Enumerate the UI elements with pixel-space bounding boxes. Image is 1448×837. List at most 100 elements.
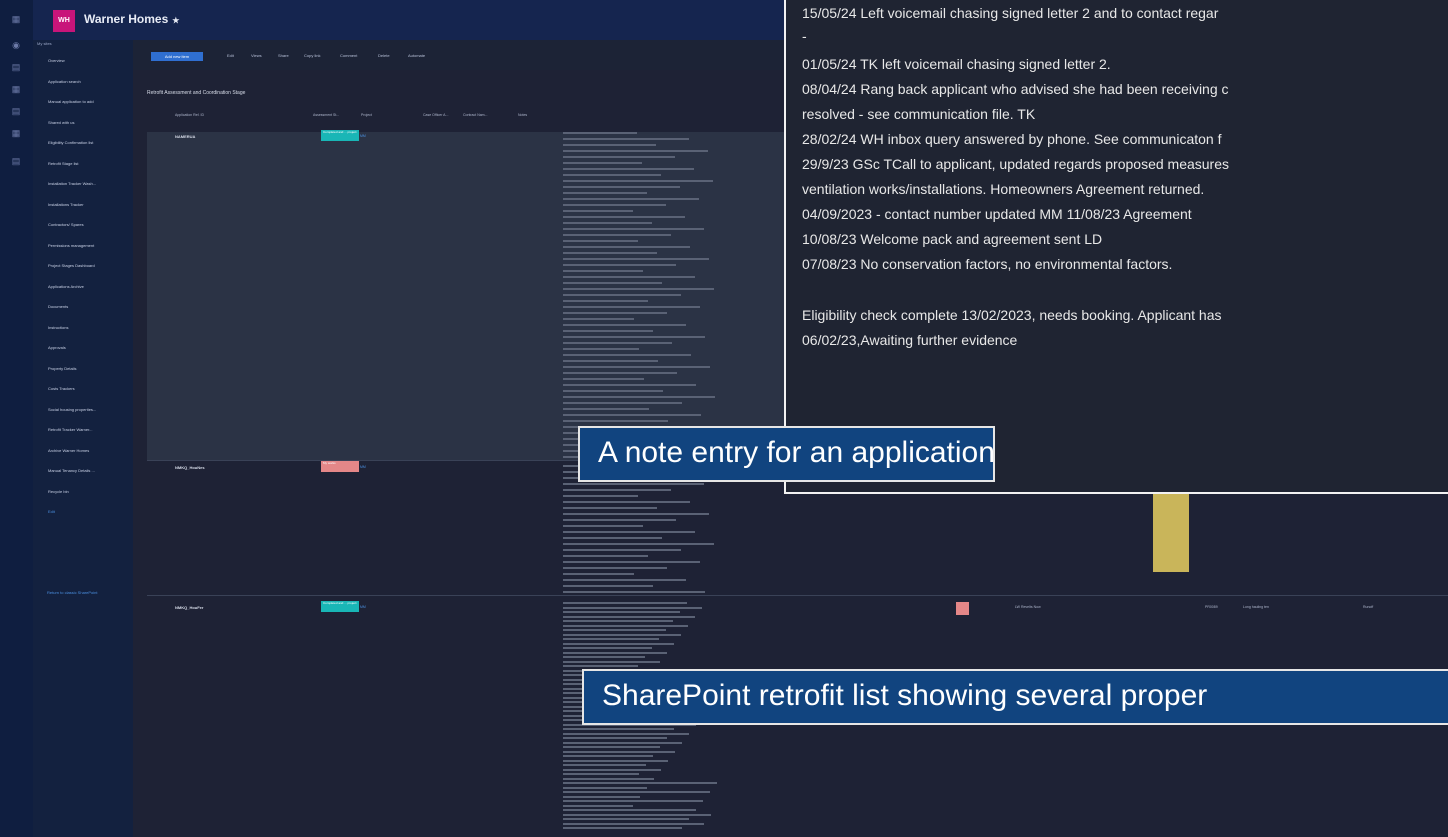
note-text-line [563,507,657,509]
note-text-line [563,324,686,326]
views-command[interactable]: Views [251,53,262,58]
nav-item[interactable]: Property Details [48,366,130,371]
note-text-line [563,144,656,146]
nav-item[interactable]: Shared with us [48,120,130,125]
nav-item[interactable]: Instructions [48,325,130,330]
view-title[interactable]: Retrofit Assessment and Coordination Sta… [147,90,245,96]
row-title[interactable]: NMKQ_HouNes [175,465,205,470]
share-command[interactable]: Share [278,53,289,58]
note-text-line [563,764,646,766]
nav-item[interactable]: Archive Warner Homes [48,448,130,453]
news-icon[interactable]: ▦ [9,84,23,94]
column-header-contract[interactable]: Contract Nam... [463,113,488,117]
automate-command[interactable]: Automate [408,53,425,58]
copy-link-command[interactable]: Copy link [304,53,320,58]
sites-icon[interactable]: ▤ [9,62,23,72]
nav-item[interactable]: Eligibility Confirmation list [48,140,130,145]
column-header-notes[interactable]: Notes [518,113,527,117]
nav-item[interactable]: Overview [48,58,130,63]
column-header-case-officer[interactable]: Case Officer A... [423,113,448,117]
note-text-line [563,561,700,563]
nav-item[interactable]: Application search [48,79,130,84]
row-title[interactable]: NAMERUA [175,134,195,139]
nav-item[interactable]: Permissions management [48,243,130,248]
note-text-line [563,378,644,380]
note-line: ventilation works/installations. Homeown… [802,181,1205,197]
home-icon[interactable]: ◉ [9,40,23,50]
note-text-line [563,234,671,236]
note-text-line [563,240,638,242]
add-new-item-button[interactable]: Add new item [151,52,203,61]
note-text-line [563,616,695,618]
column-header-project[interactable]: Project [361,113,372,117]
nav-item[interactable]: Edit [48,509,130,514]
status-badge: Completed and ... project [321,601,359,612]
nav-item[interactable]: Applications Archive [48,284,130,289]
note-text-line [563,611,680,613]
nav-item[interactable]: Approvals [48,345,130,350]
note-text-line [563,330,653,332]
left-navigation: My sites Overview Application search Manua… [33,40,133,837]
note-line: 28/02/24 WH inbox query answered by phon… [802,131,1222,147]
note-text-line [563,519,676,521]
note-text-line [563,282,662,284]
waffle-icon[interactable]: ▦ [9,14,23,24]
row-title[interactable]: NMKQ_HouFer [175,605,203,610]
note-text-line [563,755,653,757]
note-text-line [563,585,653,587]
note-text-line [563,791,710,793]
note-text-line [563,174,661,176]
note-text-line [563,138,689,140]
note-text-line [563,531,695,533]
note-text-line [563,342,672,344]
note-text-line [563,150,708,152]
note-text-line [563,656,645,658]
nav-item[interactable]: Retrofit Stage list [48,161,130,166]
note-text-line [563,782,717,784]
note-text-line [563,647,652,649]
note-text-line [563,809,696,811]
note-text-line [563,210,633,212]
nav-item[interactable]: Installation Tracker Wash... [48,181,130,186]
comment-command[interactable]: Comment [340,53,357,58]
flag-marker [956,602,969,615]
project-link[interactable]: MM [360,134,366,138]
note-text-line [563,543,714,545]
site-title[interactable]: Warner Homes ★ [84,12,179,26]
zoomed-note-panel: 15/05/24 Left voicemail chasing signed l… [784,0,1448,494]
note-line: resolved - see communication file. TK [802,106,1036,122]
nav-item[interactable]: Manual Tenancy Details ... [48,468,130,473]
nav-item[interactable]: Retrofit Tracker Warner... [48,427,130,432]
site-logo[interactable]: WH [53,10,75,32]
column-header-assessment[interactable]: Assessment St... [313,113,339,117]
nav-item[interactable]: Project Stages Dashboard [48,263,130,268]
note-text-line [563,805,633,807]
follow-star-icon[interactable]: ★ [172,16,179,25]
note-text-line [563,306,700,308]
project-link[interactable]: MM [360,605,366,609]
note-text-line [563,156,675,158]
nav-item[interactable]: Installations Tracker [48,202,130,207]
note-text-line [563,501,690,503]
nav-item[interactable]: Social housing properties... [48,407,130,412]
note-text-line [563,162,642,164]
note-text-line [563,483,704,485]
note-text-line [563,625,688,627]
delete-command[interactable]: Delete [378,53,390,58]
edit-command[interactable]: Edit [227,53,234,58]
nav-item[interactable]: Recycle bin [48,489,130,494]
return-classic-link[interactable]: Return to classic SharePoint [47,590,97,595]
lists-icon[interactable]: ▦ [9,128,23,138]
column-header-app-ref[interactable]: Application Ref. ID [175,113,204,117]
nav-item[interactable]: Costs Trackers [48,386,130,391]
note-text-line [563,396,715,398]
nav-item[interactable]: Documents [48,304,130,309]
project-link[interactable]: MM [360,465,366,469]
nav-item[interactable]: Manual application to add [48,99,130,104]
note-text-line [563,348,639,350]
note-text-line [563,579,686,581]
cell-value: PR0089 [1205,605,1218,609]
nav-item[interactable]: Contractors/ Spares [48,222,130,227]
create-icon[interactable]: ▤ [9,156,23,166]
files-icon[interactable]: ▤ [9,106,23,116]
